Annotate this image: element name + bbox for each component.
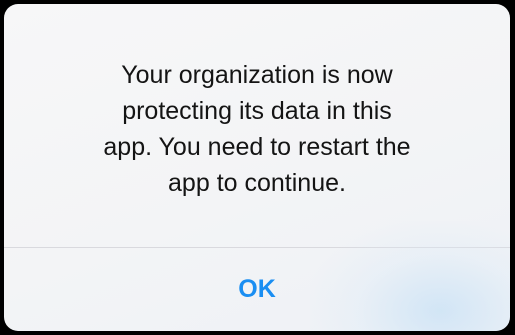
alert-message-line-4: app to continue. bbox=[168, 169, 346, 197]
alert-message-line-2: protecting its data in this bbox=[122, 97, 392, 125]
alert-message: Your organization is now protecting its d… bbox=[24, 57, 490, 201]
alert-message-line-3: app. You need to restart the bbox=[103, 133, 411, 161]
alert-dialog: Your organization is now protecting its d… bbox=[4, 4, 510, 331]
screenshot-frame: Your organization is now protecting its d… bbox=[0, 0, 515, 335]
ok-button[interactable]: OK bbox=[4, 248, 510, 331]
alert-message-line-1: Your organization is now bbox=[121, 61, 393, 89]
